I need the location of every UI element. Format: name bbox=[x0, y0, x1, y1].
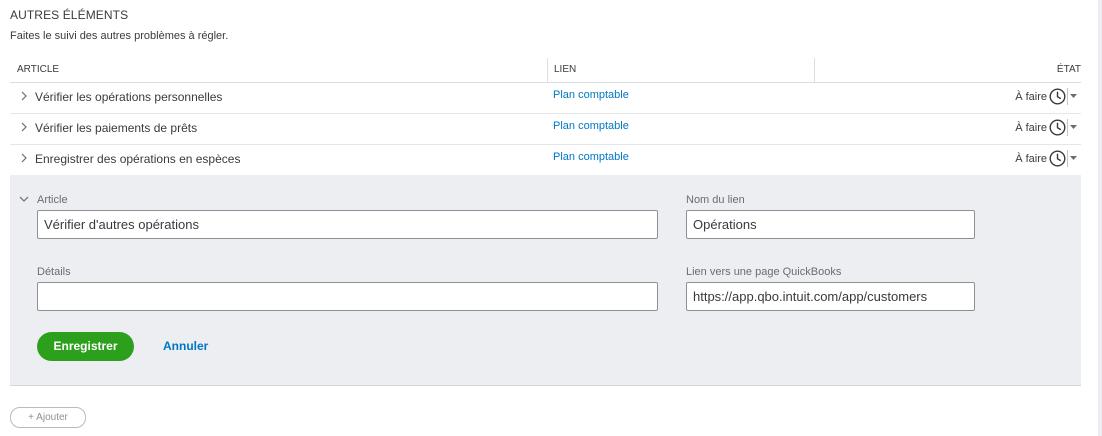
cancel-button[interactable]: Annuler bbox=[163, 339, 208, 353]
column-divider bbox=[547, 58, 548, 82]
article-input[interactable] bbox=[37, 210, 658, 239]
column-header-lien: LIEN bbox=[554, 64, 577, 75]
status-text: À faire bbox=[1015, 153, 1047, 165]
chevron-right-icon[interactable] bbox=[18, 121, 32, 135]
row-label: Vérifier les opérations personnelles bbox=[35, 90, 223, 104]
chevron-right-icon[interactable] bbox=[18, 152, 32, 166]
link-name-input[interactable] bbox=[686, 210, 975, 239]
column-divider bbox=[814, 58, 815, 82]
status-text: À faire bbox=[1015, 91, 1047, 103]
chevron-down-icon[interactable] bbox=[18, 192, 30, 204]
save-button[interactable]: Enregistrer bbox=[37, 332, 134, 361]
details-label: Détails bbox=[37, 266, 71, 278]
row-link[interactable]: Plan comptable bbox=[553, 151, 629, 163]
table-row[interactable]: Vérifier les paiements de prêts Plan com… bbox=[10, 113, 1081, 145]
row-label: Vérifier les paiements de prêts bbox=[35, 121, 198, 135]
clock-icon bbox=[1049, 88, 1066, 105]
scrollbar-track[interactable] bbox=[1098, 0, 1102, 436]
status-divider bbox=[1067, 150, 1068, 167]
clock-icon bbox=[1049, 150, 1066, 167]
clock-icon bbox=[1049, 119, 1066, 136]
add-item-panel: Article Nom du lien Détails Lien vers un… bbox=[10, 175, 1081, 386]
link-name-label: Nom du lien bbox=[686, 194, 745, 206]
details-input[interactable] bbox=[37, 282, 658, 311]
status-text: À faire bbox=[1015, 122, 1047, 134]
status-divider bbox=[1067, 88, 1068, 105]
caret-down-icon[interactable] bbox=[1069, 91, 1078, 103]
row-link[interactable]: Plan comptable bbox=[553, 89, 629, 101]
row-link[interactable]: Plan comptable bbox=[553, 120, 629, 132]
column-header-etat: ÉTAT bbox=[1056, 64, 1081, 75]
section-subtitle: Faites le suivi des autres problèmes à r… bbox=[10, 30, 229, 42]
table-row[interactable]: Enregistrer des opérations en espèces Pl… bbox=[10, 144, 1081, 176]
chevron-right-icon[interactable] bbox=[18, 90, 32, 104]
add-button[interactable]: + Ajouter bbox=[10, 407, 86, 428]
article-label: Article bbox=[37, 194, 68, 206]
caret-down-icon[interactable] bbox=[1069, 153, 1078, 165]
qb-link-label: Lien vers une page QuickBooks bbox=[686, 266, 842, 278]
table-header: ARTICLE LIEN ÉTAT bbox=[10, 58, 1081, 83]
column-header-article: ARTICLE bbox=[17, 64, 60, 75]
qb-link-input[interactable] bbox=[686, 282, 975, 311]
status-divider bbox=[1067, 119, 1068, 136]
section-title: AUTRES ÉLÉMENTS bbox=[10, 8, 129, 22]
caret-down-icon[interactable] bbox=[1069, 122, 1078, 134]
row-label: Enregistrer des opérations en espèces bbox=[35, 152, 241, 166]
table-row[interactable]: Vérifier les opérations personnelles Pla… bbox=[10, 82, 1081, 114]
